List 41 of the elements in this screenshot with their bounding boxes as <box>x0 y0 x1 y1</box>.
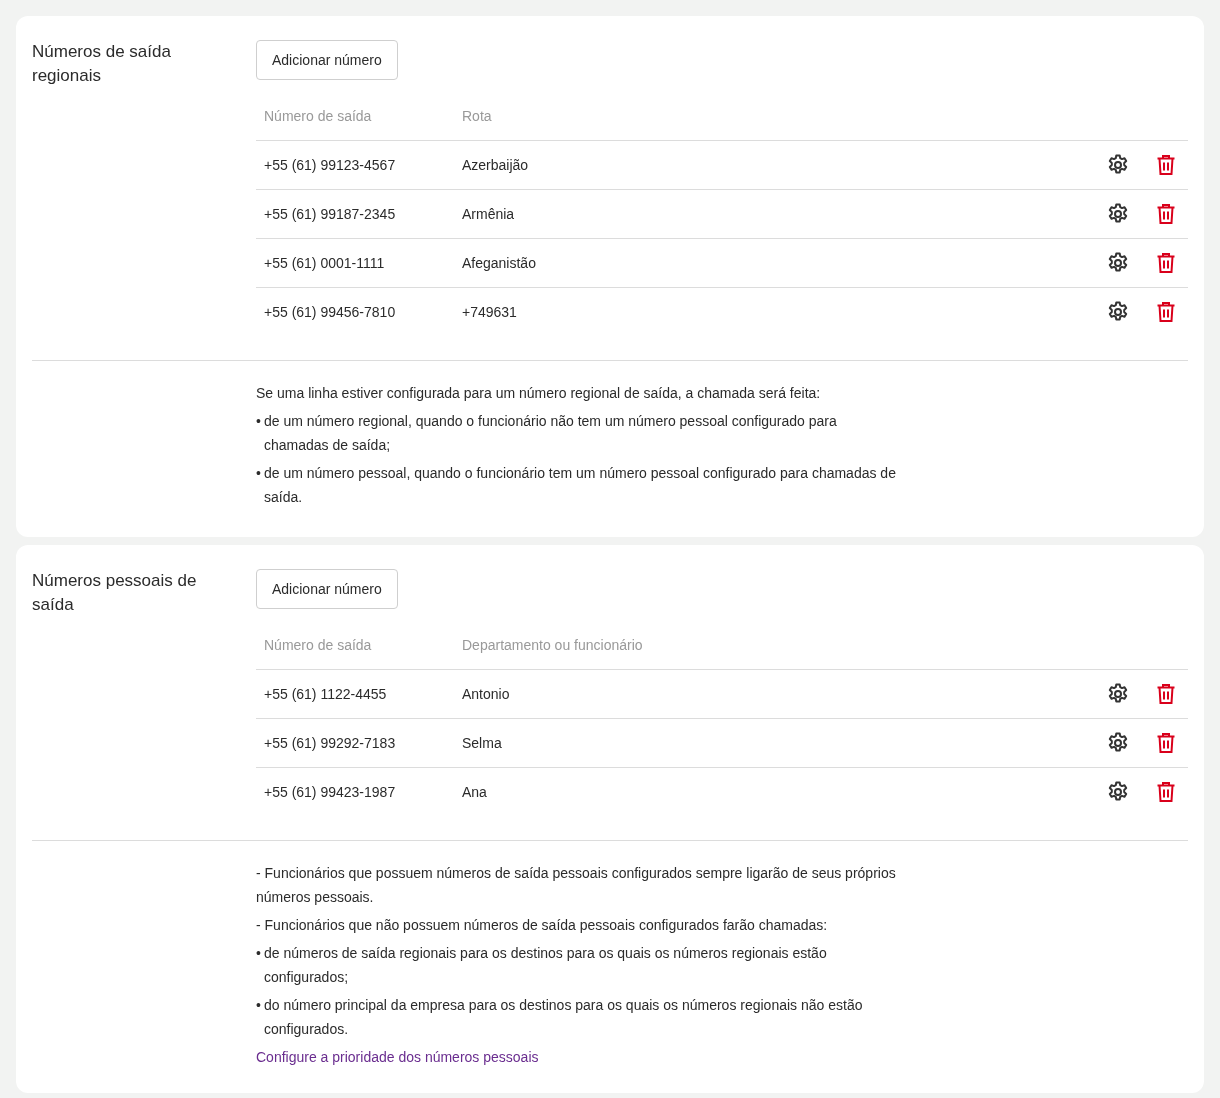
note-text: - Funcionários que não possuem números de saída pessoais configurados farão chamadas: <box>256 916 829 935</box>
table-cell-text: +55 (61) 99292-7183 <box>263 735 397 751</box>
bullet-mark: • <box>256 996 262 1015</box>
bullet-mark: • <box>256 464 262 483</box>
table-cell-text: +55 (61) 99123-4567 <box>263 157 397 173</box>
table-cell-text: +749631 <box>462 304 518 320</box>
note-text: de um número regional, quando o funcionário não tem um número pessoal configurado para chamadas de saída; <box>264 412 838 455</box>
note-text: - Funcionários que possuem números de saída pessoais configurados sempre ligarão de seus próprios números pessoais. <box>256 864 896 907</box>
priority-link[interactable]: Configure a prioridade dos números pessoais <box>256 1045 539 1069</box>
table-cell-text: Afeganistão <box>462 255 537 271</box>
column-header: Rota <box>462 108 493 124</box>
column-header: Número de saída <box>263 108 373 124</box>
settings-icon[interactable] <box>1106 202 1130 226</box>
note-text: de um número pessoal, quando o funcionário tem um número pessoal configurado para chamadas de saída. <box>264 464 896 507</box>
table-cell-text: Armênia <box>462 206 516 222</box>
column-header: Número de saída <box>263 637 373 653</box>
bullet-mark: • <box>256 944 262 963</box>
settings-icon[interactable] <box>1106 153 1130 177</box>
section-title: Números de saída regionais <box>32 41 172 87</box>
column-header: Departamento ou funcionário <box>462 637 644 653</box>
settings-icon[interactable] <box>1106 300 1130 324</box>
settings-icon[interactable] <box>1106 251 1130 275</box>
add-number-button[interactable]: Adicionar número <box>256 569 398 609</box>
table-cell-text: +55 (61) 0001-1111 <box>263 255 386 271</box>
table-cell-text: +55 (61) 99456-7810 <box>263 304 397 320</box>
table-cell-text: Ana <box>462 784 488 800</box>
table-cell-text: +55 (61) 1122-4455 <box>263 686 388 702</box>
table-cell-text: Selma <box>462 735 503 751</box>
bullet-mark: • <box>256 412 262 431</box>
add-number-button[interactable]: Adicionar número <box>256 40 398 80</box>
section-title: Números pessoais de saída <box>32 570 198 616</box>
settings-icon[interactable] <box>1106 731 1130 755</box>
table-cell-text: Azerbaijão <box>462 157 530 173</box>
settings-icon[interactable] <box>1106 682 1130 706</box>
note-text: do número principal da empresa para os destinos para os quais os números regionais não estão configurados. <box>264 996 864 1039</box>
settings-icon[interactable] <box>1106 780 1130 804</box>
note-text: de números de saída regionais para os destinos para os quais os números regionais estão configurados; <box>264 944 828 987</box>
note-text: Se uma linha estiver configurada para um número regional de saída, a chamada será feita: <box>256 384 822 403</box>
table-cell-text: +55 (61) 99187-2345 <box>263 206 397 222</box>
table-cell-text: Antonio <box>462 686 511 702</box>
table-cell-text: +55 (61) 99423-1987 <box>263 784 397 800</box>
